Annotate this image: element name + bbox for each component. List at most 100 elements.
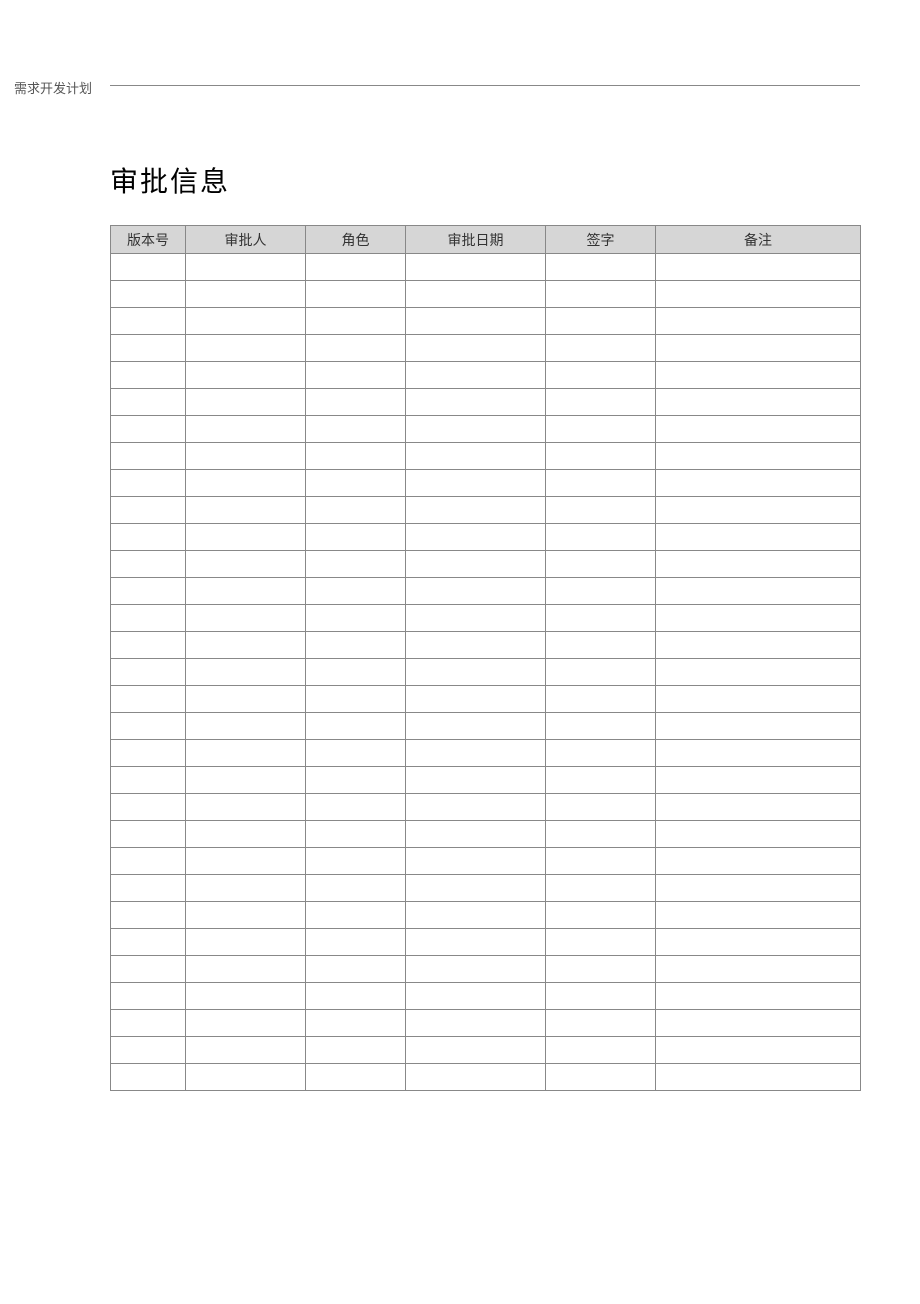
table-cell bbox=[406, 308, 546, 335]
table-cell bbox=[656, 551, 861, 578]
table-cell bbox=[546, 362, 656, 389]
table-cell bbox=[186, 605, 306, 632]
table-cell bbox=[186, 713, 306, 740]
table-cell bbox=[186, 470, 306, 497]
table-cell bbox=[406, 416, 546, 443]
table-cell bbox=[656, 524, 861, 551]
table-cell bbox=[111, 578, 186, 605]
table-cell bbox=[306, 416, 406, 443]
table-row bbox=[111, 443, 861, 470]
table-cell bbox=[111, 524, 186, 551]
table-cell bbox=[656, 497, 861, 524]
table-cell bbox=[656, 713, 861, 740]
table-cell bbox=[546, 443, 656, 470]
table-cell bbox=[656, 767, 861, 794]
table-cell bbox=[186, 281, 306, 308]
table-cell bbox=[111, 659, 186, 686]
table-cell bbox=[306, 605, 406, 632]
table-cell bbox=[186, 794, 306, 821]
table-cell bbox=[546, 578, 656, 605]
table-row bbox=[111, 308, 861, 335]
col-header-role: 角色 bbox=[306, 226, 406, 254]
table-row bbox=[111, 1064, 861, 1091]
table-cell bbox=[546, 632, 656, 659]
table-cell bbox=[406, 929, 546, 956]
table-cell bbox=[656, 389, 861, 416]
approval-table: 版本号 审批人 角色 审批日期 签字 备注 bbox=[110, 225, 861, 1091]
table-cell bbox=[186, 443, 306, 470]
table-cell bbox=[406, 686, 546, 713]
table-cell bbox=[186, 848, 306, 875]
table-cell bbox=[111, 740, 186, 767]
table-cell bbox=[656, 416, 861, 443]
table-row bbox=[111, 875, 861, 902]
table-cell bbox=[656, 686, 861, 713]
table-cell bbox=[406, 848, 546, 875]
table-row bbox=[111, 821, 861, 848]
table-cell bbox=[306, 335, 406, 362]
table-cell bbox=[306, 578, 406, 605]
table-cell bbox=[186, 929, 306, 956]
table-cell bbox=[406, 1037, 546, 1064]
table-cell bbox=[656, 443, 861, 470]
table-cell bbox=[306, 308, 406, 335]
table-cell bbox=[656, 794, 861, 821]
table-cell bbox=[111, 1064, 186, 1091]
col-header-remark: 备注 bbox=[656, 226, 861, 254]
table-cell bbox=[656, 929, 861, 956]
table-cell bbox=[406, 659, 546, 686]
table-cell bbox=[546, 902, 656, 929]
table-cell bbox=[186, 659, 306, 686]
table-row bbox=[111, 794, 861, 821]
table-cell bbox=[111, 335, 186, 362]
page-title: 审批信息 bbox=[110, 160, 230, 200]
table-row bbox=[111, 848, 861, 875]
table-cell bbox=[306, 497, 406, 524]
table-cell bbox=[656, 308, 861, 335]
table-cell bbox=[546, 605, 656, 632]
table-cell bbox=[406, 443, 546, 470]
col-header-approver: 审批人 bbox=[186, 226, 306, 254]
table-row bbox=[111, 956, 861, 983]
table-cell bbox=[306, 362, 406, 389]
table-cell bbox=[306, 443, 406, 470]
table-cell bbox=[111, 1037, 186, 1064]
table-cell bbox=[111, 281, 186, 308]
table-cell bbox=[306, 848, 406, 875]
table-cell bbox=[111, 362, 186, 389]
table-cell bbox=[406, 632, 546, 659]
table-cell bbox=[306, 1037, 406, 1064]
table-cell bbox=[306, 821, 406, 848]
approval-table-wrapper: 版本号 审批人 角色 审批日期 签字 备注 bbox=[110, 225, 860, 1091]
table-cell bbox=[656, 470, 861, 497]
table-row bbox=[111, 470, 861, 497]
table-cell bbox=[656, 956, 861, 983]
table-row bbox=[111, 254, 861, 281]
table-cell bbox=[306, 686, 406, 713]
table-cell bbox=[306, 524, 406, 551]
table-cell bbox=[111, 470, 186, 497]
table-row bbox=[111, 902, 861, 929]
table-cell bbox=[656, 335, 861, 362]
table-cell bbox=[546, 497, 656, 524]
table-cell bbox=[186, 389, 306, 416]
table-row bbox=[111, 983, 861, 1010]
table-cell bbox=[186, 1010, 306, 1037]
document-header-label: 需求开发计划 bbox=[14, 78, 92, 97]
table-cell bbox=[656, 1064, 861, 1091]
table-cell bbox=[546, 686, 656, 713]
table-cell bbox=[656, 875, 861, 902]
table-cell bbox=[546, 821, 656, 848]
table-cell bbox=[111, 848, 186, 875]
table-cell bbox=[546, 767, 656, 794]
table-cell bbox=[111, 767, 186, 794]
table-cell bbox=[406, 578, 546, 605]
col-header-version: 版本号 bbox=[111, 226, 186, 254]
table-cell bbox=[306, 389, 406, 416]
table-cell bbox=[111, 551, 186, 578]
table-cell bbox=[186, 821, 306, 848]
table-cell bbox=[306, 740, 406, 767]
table-cell bbox=[111, 929, 186, 956]
table-cell bbox=[406, 956, 546, 983]
col-header-sign: 签字 bbox=[546, 226, 656, 254]
